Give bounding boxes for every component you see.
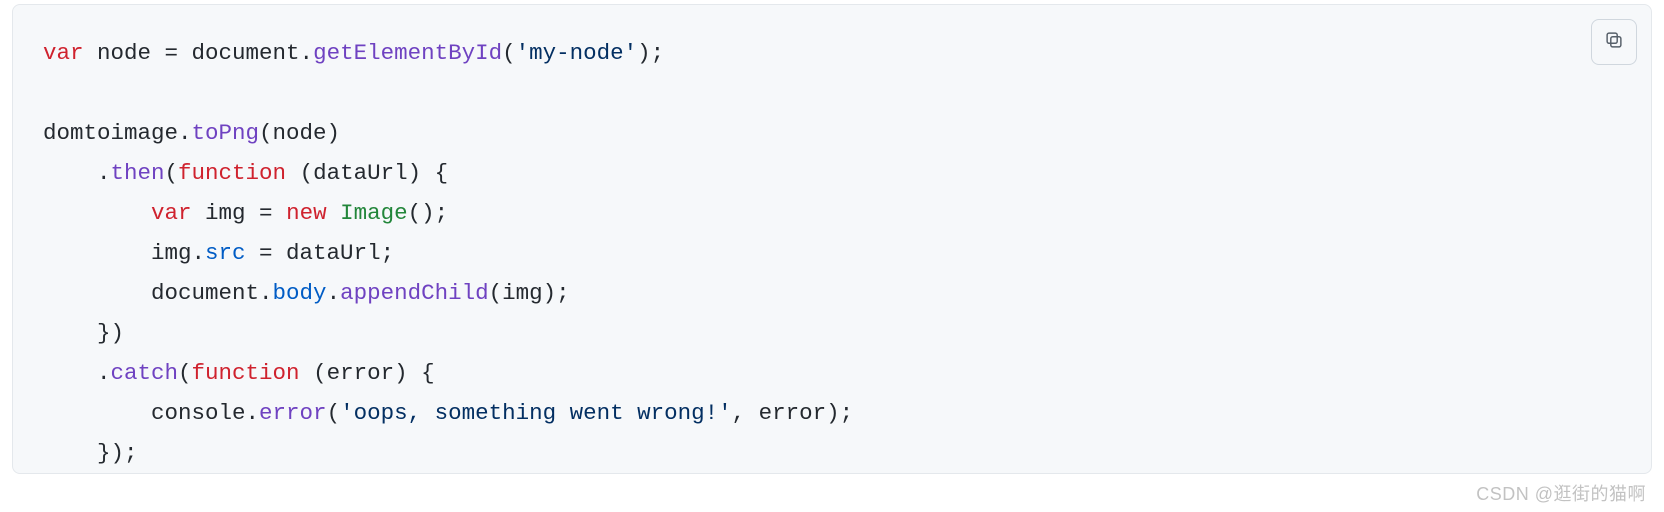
- code-token: body: [273, 280, 327, 306]
- code-token: (: [327, 400, 341, 426]
- code-block: var node = document.getElementById('my-n…: [12, 4, 1652, 474]
- code-token: (dataUrl) {: [300, 160, 449, 186]
- code-token: ();: [408, 200, 449, 226]
- code-token: });: [43, 440, 138, 466]
- code-token: 'oops, something went wrong!': [340, 400, 732, 426]
- code-token: , error);: [732, 400, 854, 426]
- code-token: appendChild: [340, 280, 489, 306]
- code-token: (error) {: [313, 360, 435, 386]
- code-token: toPng: [192, 120, 260, 146]
- code-token: domtoimage.: [43, 120, 192, 146]
- code-content: var node = document.getElementById('my-n…: [43, 33, 1621, 473]
- code-token: );: [637, 40, 664, 66]
- code-token: img =: [205, 200, 286, 226]
- code-token: .: [43, 360, 111, 386]
- code-token: function: [178, 160, 300, 186]
- code-token: new: [286, 200, 340, 226]
- code-token: console.: [43, 400, 259, 426]
- code-token: (: [178, 360, 192, 386]
- code-token: [43, 200, 151, 226]
- code-token: 'my-node': [516, 40, 638, 66]
- code-token: (: [165, 160, 179, 186]
- code-token: document.: [43, 280, 273, 306]
- code-token: then: [111, 160, 165, 186]
- code-token: (: [502, 40, 516, 66]
- code-token: .: [327, 280, 341, 306]
- code-token: getElementById: [313, 40, 502, 66]
- code-token: var: [43, 40, 97, 66]
- code-token: var: [151, 200, 205, 226]
- code-token: img.: [43, 240, 205, 266]
- code-token: (node): [259, 120, 340, 146]
- copy-button[interactable]: [1591, 19, 1637, 65]
- copy-icon: [1603, 29, 1625, 56]
- code-token: .: [43, 160, 111, 186]
- watermark: CSDN @逛街的猫啊: [1476, 480, 1646, 506]
- code-token: src: [205, 240, 246, 266]
- code-token: }): [43, 320, 124, 346]
- code-token: Image: [340, 200, 408, 226]
- code-token: function: [192, 360, 314, 386]
- code-token: node = document.: [97, 40, 313, 66]
- code-token: (img);: [489, 280, 570, 306]
- code-token: catch: [111, 360, 179, 386]
- code-token: error: [259, 400, 327, 426]
- code-token: = dataUrl;: [246, 240, 395, 266]
